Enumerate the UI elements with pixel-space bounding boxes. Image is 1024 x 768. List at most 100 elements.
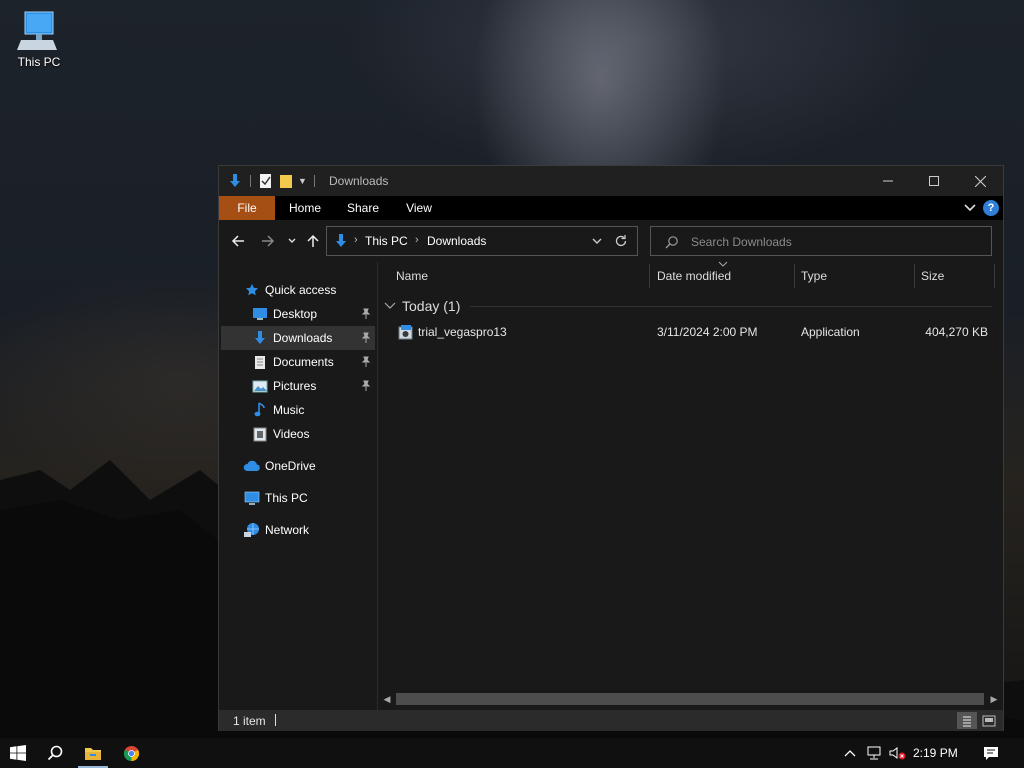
taskbar: 2:19 PM (0, 738, 1024, 768)
tab-file[interactable]: File (219, 196, 275, 220)
start-button[interactable] (0, 738, 36, 768)
sidebar-item-videos[interactable]: Videos (221, 422, 375, 446)
pin-icon[interactable] (361, 332, 371, 344)
large-icons-view-icon (982, 715, 996, 726)
column-divider[interactable] (994, 264, 995, 288)
show-hidden-icons-button[interactable] (842, 738, 858, 768)
back-button[interactable] (229, 232, 247, 250)
download-arrow-icon (336, 234, 346, 247)
file-size: 404,270 KB (925, 325, 988, 339)
column-header-date-modified[interactable]: Date modified (657, 262, 731, 290)
chrome-taskbar-button[interactable] (116, 738, 146, 768)
title-bar[interactable]: ▼ Downloads (219, 166, 1003, 196)
navigation-pane: Quick access Desktop Downloads Documents… (219, 262, 377, 710)
tab-view[interactable]: View (397, 196, 441, 220)
close-icon (974, 175, 986, 187)
address-bar[interactable]: › This PC › Downloads (326, 226, 638, 256)
forward-button[interactable] (259, 232, 277, 250)
start-icon (10, 745, 26, 761)
search-button[interactable] (40, 738, 70, 768)
file-explorer-icon (85, 747, 101, 760)
table-row[interactable]: trial_vegaspro13 3/11/2024 2:00 PM Appli… (378, 321, 1003, 343)
tab-share[interactable]: Share (339, 196, 387, 220)
expand-ribbon-icon[interactable] (963, 201, 977, 215)
sidebar-item-label: Network (265, 523, 310, 537)
tab-home[interactable]: Home (281, 196, 329, 220)
group-header-today[interactable]: Today (1) (384, 296, 460, 316)
column-divider[interactable] (914, 264, 915, 288)
scrollbar-thumb[interactable] (396, 693, 984, 705)
large-icons-view-button[interactable] (979, 712, 999, 729)
search-placeholder: Search Downloads (691, 235, 792, 249)
help-button[interactable]: ? (983, 200, 999, 216)
recent-locations-button[interactable] (283, 232, 301, 250)
sidebar-item-label: Videos (273, 427, 310, 441)
close-button[interactable] (957, 166, 1003, 196)
up-arrow-icon (307, 234, 319, 247)
file-explorer-taskbar-button[interactable] (78, 738, 108, 768)
scroll-left-icon[interactable]: ◀ (381, 693, 393, 705)
minimize-icon (883, 180, 893, 182)
breadcrumb-separator-icon[interactable]: › (354, 234, 358, 246)
desktop-icon-this-pc[interactable]: This PC (10, 10, 68, 69)
sidebar-item-onedrive[interactable]: OneDrive (221, 454, 375, 478)
new-folder-icon[interactable] (278, 173, 294, 189)
sidebar-item-label: Downloads (273, 331, 333, 345)
chevron-up-icon (844, 750, 856, 757)
pin-icon[interactable] (361, 356, 371, 368)
volume-muted-icon (889, 747, 906, 760)
video-icon (251, 425, 269, 443)
column-divider[interactable] (649, 264, 650, 288)
toolbar-divider (313, 175, 315, 187)
properties-icon[interactable] (258, 173, 274, 189)
breadcrumb-this-pc[interactable]: This PC (365, 234, 408, 248)
chevron-down-icon (384, 302, 396, 309)
file-name: trial_vegaspro13 (418, 325, 507, 339)
search-box[interactable]: Search Downloads (650, 226, 992, 256)
scroll-right-icon[interactable]: ▶ (988, 693, 1000, 705)
quick-access-toolbar: ▼ (227, 172, 318, 190)
volume-tray-button[interactable] (887, 738, 909, 768)
file-list-pane: Name Date modified Type Size Today (1) t… (378, 261, 1003, 710)
customize-toolbar-caret-icon[interactable]: ▼ (298, 176, 307, 186)
column-header-size[interactable]: Size (921, 262, 944, 290)
pin-icon[interactable] (361, 380, 371, 392)
sidebar-item-desktop[interactable]: Desktop (221, 302, 375, 326)
column-divider[interactable] (794, 264, 795, 288)
network-tray-button[interactable] (864, 738, 884, 768)
horizontal-scrollbar[interactable]: ◀ ▶ (378, 690, 1003, 708)
sidebar-item-this-pc[interactable]: This PC (221, 486, 375, 510)
sidebar-item-network[interactable]: Network (221, 518, 375, 542)
breadcrumb-downloads[interactable]: Downloads (427, 234, 486, 248)
sidebar-item-downloads[interactable]: Downloads (221, 326, 375, 350)
column-header-name[interactable]: Name (396, 262, 428, 290)
star-icon (243, 281, 261, 299)
pin-icon[interactable] (361, 308, 371, 320)
search-icon (665, 236, 678, 249)
sidebar-item-pictures[interactable]: Pictures (221, 374, 375, 398)
maximize-button[interactable] (911, 166, 957, 196)
clock[interactable]: 2:19 PM (913, 746, 958, 760)
column-header-type[interactable]: Type (801, 262, 827, 290)
sidebar-item-quick-access[interactable]: Quick access (221, 278, 375, 302)
music-note-icon (251, 401, 269, 419)
breadcrumb-separator-icon[interactable]: › (415, 234, 419, 246)
minimize-button[interactable] (865, 166, 911, 196)
sidebar-item-music[interactable]: Music (221, 398, 375, 422)
toolbar-divider (250, 175, 251, 187)
chrome-icon (123, 745, 139, 761)
details-view-button[interactable] (957, 712, 977, 729)
address-dropdown-icon[interactable] (591, 235, 603, 247)
forward-arrow-icon (262, 235, 275, 247)
back-arrow-icon (231, 235, 244, 247)
details-view-icon (963, 716, 971, 726)
status-separator (275, 714, 276, 726)
picture-icon (251, 377, 269, 395)
refresh-icon[interactable] (613, 233, 629, 249)
sidebar-item-documents[interactable]: Documents (221, 350, 375, 374)
action-center-button[interactable] (978, 738, 1004, 768)
computer-icon (17, 11, 57, 50)
download-arrow-icon (230, 174, 240, 187)
up-button[interactable] (304, 232, 322, 250)
cloud-icon (243, 457, 261, 475)
